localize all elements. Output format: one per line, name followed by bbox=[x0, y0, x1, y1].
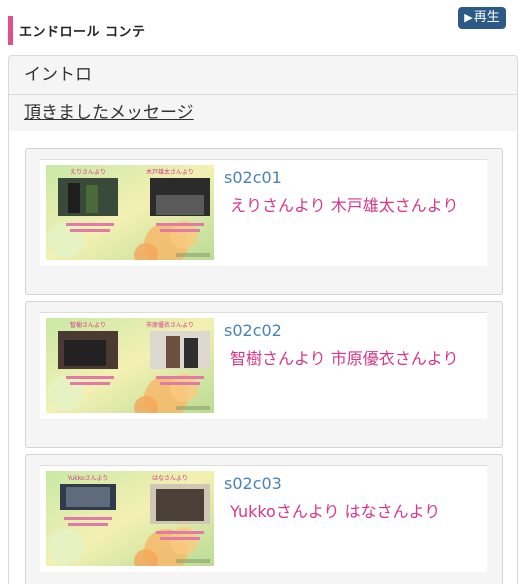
page-header: エンドロール コンテ ▶再生 bbox=[0, 0, 527, 50]
play-button-label: 再生 bbox=[473, 10, 500, 25]
message-code: s02c02 bbox=[224, 321, 282, 340]
thumb-right-label: 市原優衣さんより bbox=[146, 321, 194, 329]
message-thumbnail[interactable]: えりさんより 木戸雄太さんより bbox=[46, 165, 214, 260]
message-caption-link[interactable]: Yukkoさんより はなさんより bbox=[230, 498, 440, 522]
thumb-right-label: はなさんより bbox=[152, 475, 188, 482]
thumb-left-label: えりさんより bbox=[70, 169, 106, 176]
message-card: Yukkoさんより はなさんより s02c03 Yukkoさんより はなさんより bbox=[25, 454, 503, 584]
messages-panel: えりさんより 木戸雄太さんより s02c01 えりさんより 木戸雄太さんより 智… bbox=[8, 131, 518, 584]
message-code: s02c03 bbox=[224, 474, 282, 493]
accordion-messages-label[interactable]: 頂きましたメッセージ bbox=[9, 95, 517, 131]
message-card-body: えりさんより 木戸雄太さんより s02c01 えりさんより 木戸雄太さんより bbox=[40, 159, 487, 266]
thumbnail-image: Yukkoさんより はなさんより bbox=[46, 471, 214, 566]
accordion-intro[interactable]: イントロ bbox=[8, 55, 518, 95]
message-card: えりさんより 木戸雄太さんより s02c01 えりさんより 木戸雄太さんより bbox=[25, 148, 503, 295]
thumbnail-image: 智樹さんより 市原優衣さんより bbox=[46, 318, 214, 413]
thumb-left-label: 智樹さんより bbox=[70, 321, 106, 329]
message-card: 智樹さんより 市原優衣さんより s02c02 智樹さんより 市原優衣さんより bbox=[25, 301, 503, 448]
accordion-intro-label[interactable]: イントロ bbox=[9, 56, 517, 94]
message-code: s02c01 bbox=[224, 168, 282, 187]
message-thumbnail[interactable]: Yukkoさんより はなさんより bbox=[46, 471, 214, 566]
thumb-right-label: 木戸雄太さんより bbox=[146, 168, 194, 176]
page-title: エンドロール コンテ bbox=[19, 25, 146, 40]
thumbnail-image: えりさんより 木戸雄太さんより bbox=[46, 165, 214, 260]
message-thumbnail[interactable]: 智樹さんより 市原優衣さんより bbox=[46, 318, 214, 413]
message-card-body: Yukkoさんより はなさんより s02c03 Yukkoさんより はなさんより bbox=[40, 465, 487, 572]
message-card-body: 智樹さんより 市原優衣さんより s02c02 智樹さんより 市原優衣さんより bbox=[40, 312, 487, 419]
play-button[interactable]: ▶再生 bbox=[458, 7, 506, 29]
message-caption-link[interactable]: えりさんより 木戸雄太さんより bbox=[230, 192, 458, 216]
thumb-left-label: Yukkoさんより bbox=[66, 475, 108, 482]
message-caption-link[interactable]: 智樹さんより 市原優衣さんより bbox=[230, 345, 458, 369]
accordion-messages[interactable]: 頂きましたメッセージ bbox=[8, 94, 518, 132]
title-accent-bar bbox=[8, 16, 13, 45]
play-icon: ▶ bbox=[464, 11, 473, 24]
